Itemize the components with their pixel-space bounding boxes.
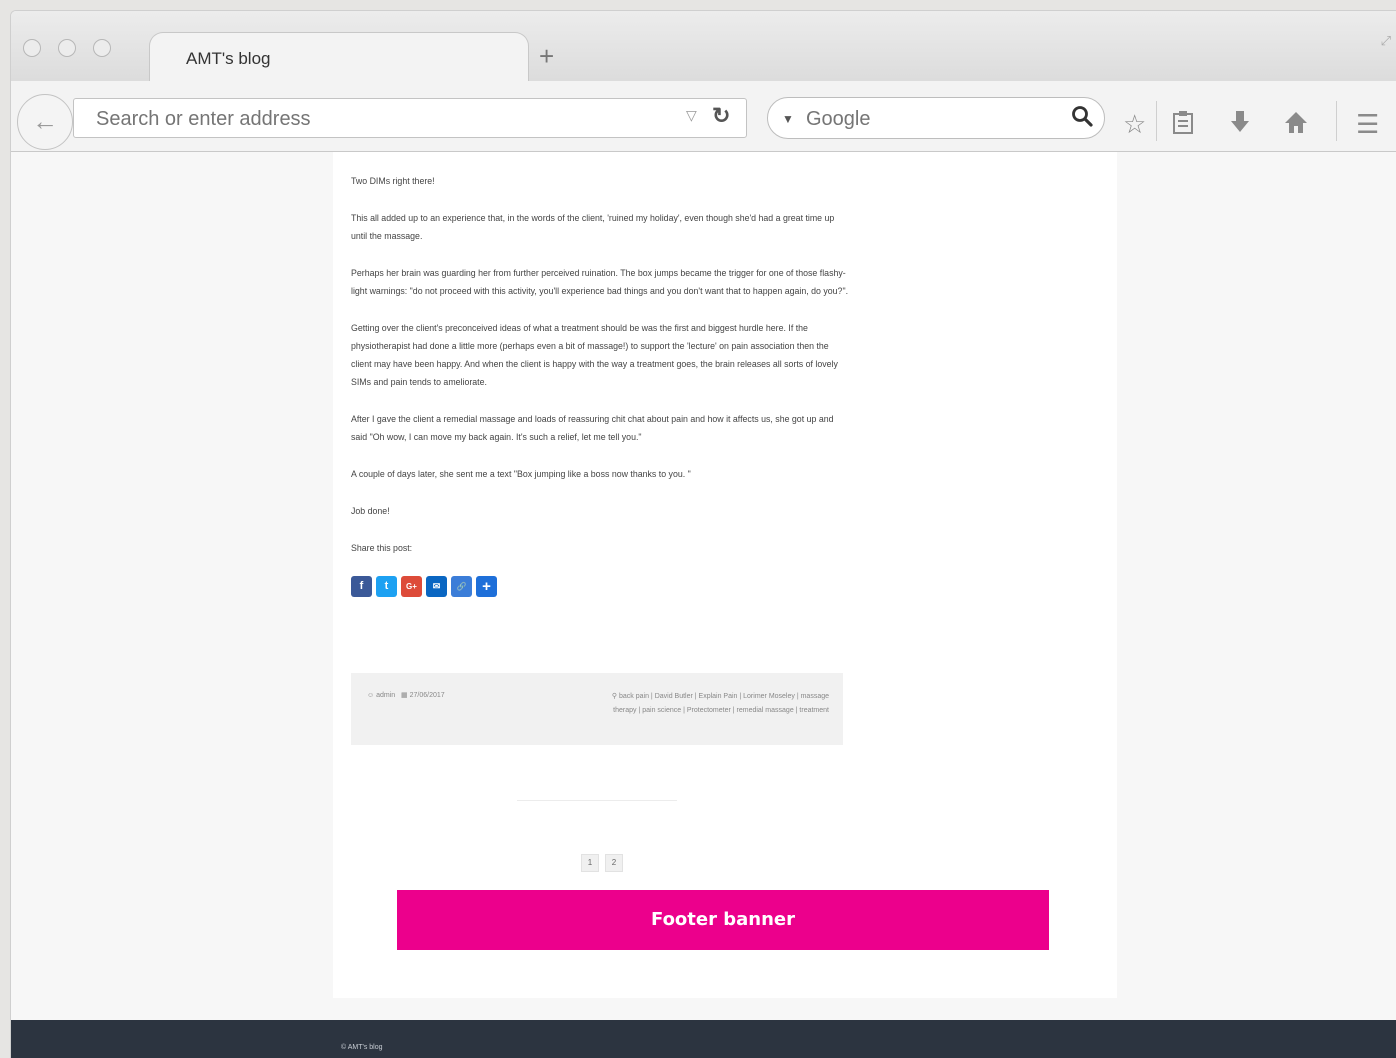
post-paragraph: A couple of days later, she sent me a te… xyxy=(351,469,691,479)
user-icon: ☺ xyxy=(367,692,375,699)
post-meta-author-date: ☺ admin ▦ 27/06/2017 xyxy=(367,691,445,699)
footer-copyright: © AMT's blog xyxy=(341,1044,383,1051)
tab-title: AMT's blog xyxy=(186,49,271,68)
search-icon[interactable] xyxy=(1070,104,1094,133)
navigation-bar: ← ▽ ↻ ▼ ☆ ☰ xyxy=(11,81,1396,152)
bookmark-star-icon[interactable]: ☆ xyxy=(1123,109,1146,139)
bookmarks-menu-icon[interactable] xyxy=(1171,109,1195,141)
post-author[interactable]: admin xyxy=(376,692,395,699)
toolbar-divider xyxy=(1336,101,1337,141)
page-1-link[interactable]: 1 xyxy=(581,854,599,872)
post-paragraph: Perhaps her brain was guarding her from … xyxy=(351,268,849,296)
twitter-share-icon[interactable]: t xyxy=(376,576,397,597)
google-plus-share-icon[interactable]: G+ xyxy=(401,576,422,597)
post-tags-list[interactable]: back pain | David Butler | Explain Pain … xyxy=(613,693,829,714)
site-footer: © AMT's blog xyxy=(11,1020,1396,1058)
fullscreen-icon[interactable]: ⤢ xyxy=(1381,33,1391,49)
close-window-button[interactable] xyxy=(23,39,41,57)
home-icon[interactable] xyxy=(1283,109,1309,141)
minimize-window-button[interactable] xyxy=(58,39,76,57)
caret-down-icon: ▼ xyxy=(782,111,794,126)
title-bar: AMT's blog + ⤢ xyxy=(11,11,1396,82)
tab-amts-blog[interactable]: AMT's blog xyxy=(149,32,529,82)
page-2-link[interactable]: 2 xyxy=(605,854,623,872)
reload-icon[interactable]: ↻ xyxy=(712,103,730,129)
post-tags: ⚲ back pain | David Butler | Explain Pai… xyxy=(609,690,829,718)
history-dropdown-icon[interactable]: ▽ xyxy=(686,107,697,124)
search-input[interactable] xyxy=(804,107,1058,132)
section-divider xyxy=(517,800,677,801)
address-bar[interactable]: ▽ ↻ xyxy=(73,98,747,138)
post-paragraph: Two DIMs right there! xyxy=(351,176,435,186)
email-share-icon[interactable]: ✉ xyxy=(426,576,447,597)
hamburger-menu-icon[interactable]: ☰ xyxy=(1356,109,1379,139)
toolbar-divider xyxy=(1156,101,1157,141)
post-paragraph: After I gave the client a remedial massa… xyxy=(351,414,834,442)
search-bar[interactable]: ▼ xyxy=(767,97,1105,139)
copy-link-share-icon[interactable]: 🔗 xyxy=(451,576,472,597)
address-input[interactable] xyxy=(94,107,658,132)
blog-post: Two DIMs right there! This all added up … xyxy=(351,152,851,597)
share-buttons: f t G+ ✉ 🔗 + xyxy=(351,576,851,597)
new-tab-button[interactable]: + xyxy=(539,43,554,69)
zoom-window-button[interactable] xyxy=(93,39,111,57)
back-arrow-icon: ← xyxy=(32,106,58,136)
post-paragraph: Getting over the client's preconceived i… xyxy=(351,323,838,387)
calendar-icon: ▦ xyxy=(401,692,408,699)
footer-banner[interactable]: Footer banner xyxy=(397,890,1049,950)
post-paragraph: This all added up to an experience that,… xyxy=(351,213,835,241)
download-icon[interactable] xyxy=(1228,109,1252,141)
browser-window: AMT's blog + ⤢ ← ▽ ↻ ▼ ☆ xyxy=(10,10,1396,1058)
pagination: 1 2 xyxy=(581,854,623,872)
share-label: Share this post: xyxy=(351,543,413,553)
page-viewport: Two DIMs right there! This all added up … xyxy=(11,152,1396,1058)
post-meta: ☺ admin ▦ 27/06/2017 ⚲ back pain | David… xyxy=(351,673,843,745)
post-date: 27/06/2017 xyxy=(409,692,445,699)
back-button[interactable]: ← xyxy=(17,94,73,150)
post-paragraph: Job done! xyxy=(351,506,390,516)
more-share-icon[interactable]: + xyxy=(476,576,497,597)
page-content: Two DIMs right there! This all added up … xyxy=(333,152,1117,998)
facebook-share-icon[interactable]: f xyxy=(351,576,372,597)
search-engine-selector[interactable]: ▼ xyxy=(782,107,800,130)
tag-icon: ⚲ xyxy=(611,693,618,700)
